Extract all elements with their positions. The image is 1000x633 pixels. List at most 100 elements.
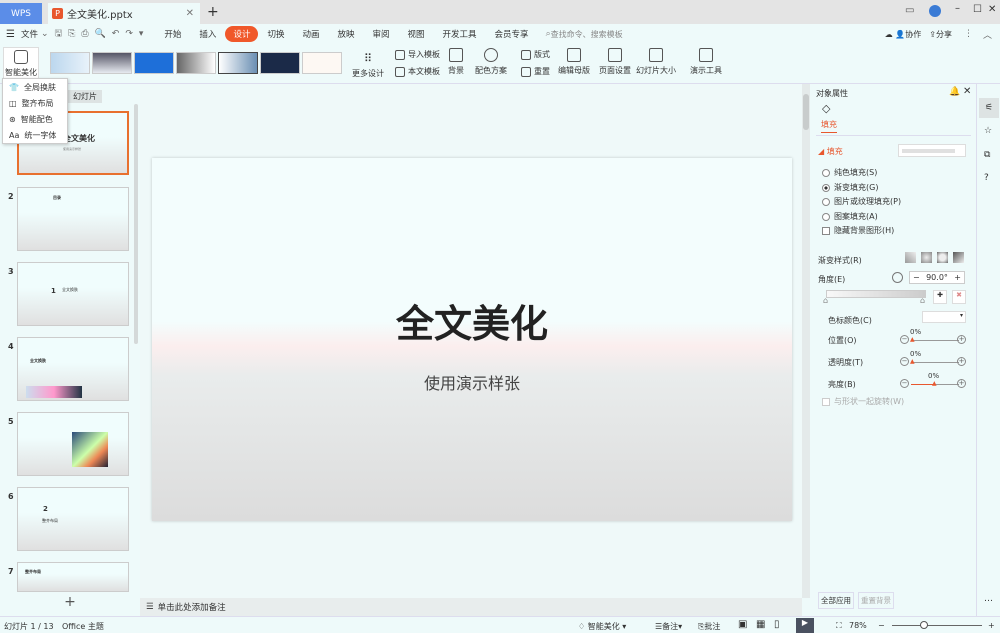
- menu-developer[interactable]: 开发工具: [434, 28, 486, 40]
- background-button[interactable]: 背景: [448, 48, 464, 76]
- window-layout-icon[interactable]: ▭: [905, 5, 914, 16]
- decrement-button[interactable]: −: [913, 273, 920, 282]
- add-stop-button[interactable]: ✚: [933, 290, 947, 304]
- position-increment[interactable]: +: [957, 335, 966, 344]
- transparency-decrement[interactable]: −: [900, 357, 909, 366]
- share-button[interactable]: ⇪分享: [929, 29, 952, 40]
- pin-icon[interactable]: 🔔: [949, 87, 960, 97]
- template-thumb-1[interactable]: [50, 52, 90, 74]
- zoom-slider[interactable]: [892, 625, 982, 626]
- hide-background-checkbox[interactable]: 隐藏背景图形(H): [822, 225, 894, 236]
- radio-gradient[interactable]: 渐变填充(G): [822, 182, 878, 193]
- reset-button[interactable]: 重置: [521, 66, 550, 77]
- avatar[interactable]: [929, 5, 941, 17]
- fill-color-dropdown[interactable]: [898, 144, 966, 157]
- normal-view-button[interactable]: ▣: [738, 619, 747, 630]
- edit-master-button[interactable]: 编辑母版: [558, 48, 590, 76]
- brightness-increment[interactable]: +: [957, 379, 966, 388]
- gradient-stop-end[interactable]: ⌂: [920, 296, 925, 305]
- template-thumb-5[interactable]: [218, 52, 258, 74]
- close-panel-icon[interactable]: ✕: [963, 86, 971, 97]
- more-icon[interactable]: ⋮: [964, 29, 973, 39]
- layout-button[interactable]: 版式: [521, 49, 550, 60]
- slide-subtitle[interactable]: 使用演示样张: [152, 370, 792, 394]
- copy-icon[interactable]: ⧉: [984, 150, 990, 160]
- dropdown-item-reskin[interactable]: 👕全局换肤: [3, 79, 67, 95]
- template-thumb-7[interactable]: [302, 52, 342, 74]
- menu-review[interactable]: 审阅: [364, 28, 399, 40]
- smart-beautify-status-button[interactable]: ♢ 智能美化 ▾: [578, 621, 626, 632]
- slides-tab[interactable]: 幻灯片: [68, 90, 102, 103]
- color-scheme-button[interactable]: 配色方案: [475, 48, 507, 76]
- reading-view-button[interactable]: ▯: [774, 619, 780, 630]
- menu-start[interactable]: 开始: [155, 28, 190, 40]
- properties-icon[interactable]: ⚟: [979, 98, 999, 118]
- comments-button[interactable]: ⎘批注: [698, 621, 720, 632]
- template-thumb-2[interactable]: [92, 52, 132, 74]
- fill-section-header[interactable]: ◢ 填充: [818, 146, 843, 157]
- slide-title[interactable]: 全文美化: [152, 293, 792, 348]
- slide-thumb-4[interactable]: 全文换肤: [17, 337, 129, 401]
- chevron-down-icon[interactable]: ⌄: [41, 29, 49, 39]
- document-tab[interactable]: P 全文美化.pptx ✕: [48, 3, 200, 24]
- position-decrement[interactable]: −: [900, 335, 909, 344]
- quick-access-toolbar[interactable]: 🖫⎘⎙🔍↶↷▾: [55, 26, 150, 42]
- menu-member[interactable]: 会员专享: [486, 28, 538, 40]
- menu-slideshow[interactable]: 放映: [328, 28, 363, 40]
- panel-title[interactable]: 对象属性: [816, 88, 848, 99]
- transparency-slider[interactable]: [911, 362, 959, 363]
- current-slide[interactable]: 全文美化 使用演示样张: [152, 158, 792, 521]
- play-button[interactable]: ▶: [796, 618, 814, 633]
- angle-dial[interactable]: [892, 272, 903, 283]
- tab-fill[interactable]: 填充: [821, 119, 837, 133]
- rotate-with-shape-checkbox[interactable]: 与形状一起旋转(W): [822, 396, 904, 407]
- slide-sorter-button[interactable]: ▦: [756, 619, 765, 630]
- menu-design[interactable]: 设计: [225, 26, 258, 42]
- gradient-stop-start[interactable]: ⌂: [823, 296, 828, 305]
- collapse-ribbon-icon[interactable]: ︿: [983, 28, 992, 41]
- star-icon[interactable]: ☆: [984, 126, 992, 136]
- stop-color-dropdown[interactable]: ▾: [922, 311, 966, 323]
- menu-transition[interactable]: 切换: [258, 28, 293, 40]
- collab-button[interactable]: ☁ 👤协作: [885, 29, 922, 40]
- gradient-radial-button[interactable]: [921, 252, 932, 263]
- transparency-increment[interactable]: +: [957, 357, 966, 366]
- slide-thumb-6[interactable]: 2整齐布局: [17, 487, 129, 551]
- gradient-rect-button[interactable]: [937, 252, 948, 263]
- radio-solid[interactable]: 纯色填充(S): [822, 167, 877, 178]
- apply-all-button[interactable]: 全部应用: [818, 592, 854, 609]
- slide-thumb-7[interactable]: 整齐布局: [17, 562, 129, 592]
- angle-stepper[interactable]: −90.0° +: [909, 271, 965, 284]
- canvas-scrollbar[interactable]: [802, 84, 810, 598]
- menu-animation[interactable]: 动画: [293, 28, 328, 40]
- notes-button[interactable]: ☰备注▾: [655, 621, 682, 632]
- hamburger-icon[interactable]: ☰: [6, 29, 15, 40]
- slide-thumb-3[interactable]: 1全文换肤: [17, 262, 129, 326]
- angle-value[interactable]: 90.0°: [926, 273, 948, 282]
- body-template-button[interactable]: 本文模板: [395, 66, 440, 77]
- reset-background-button[interactable]: 重置背景: [858, 592, 894, 609]
- close-window-button[interactable]: ✕: [988, 4, 996, 15]
- page-setup-button[interactable]: 页面设置: [599, 48, 631, 76]
- slide-thumb-5[interactable]: [17, 412, 129, 476]
- gradient-linear-button[interactable]: [905, 252, 916, 263]
- fit-icon[interactable]: ⛶: [836, 621, 842, 631]
- dropdown-item-layout[interactable]: ◫整齐布局: [3, 95, 67, 111]
- more-design-button[interactable]: ⠿更多设计: [352, 52, 384, 79]
- template-thumb-4[interactable]: [176, 52, 216, 74]
- notes-area[interactable]: ☰单击此处添加备注: [140, 598, 802, 616]
- close-tab-icon[interactable]: ✕: [186, 8, 194, 19]
- dropdown-item-font[interactable]: Aa统一字体: [3, 127, 67, 143]
- search-input[interactable]: 查找命令、搜索模板: [551, 29, 623, 40]
- present-tools-button[interactable]: 演示工具: [690, 48, 722, 76]
- radio-pattern[interactable]: 图案填充(A): [822, 211, 878, 222]
- template-thumb-3[interactable]: [134, 52, 174, 74]
- menu-view[interactable]: 视图: [399, 28, 434, 40]
- slide-size-button[interactable]: 幻灯片大小: [636, 48, 676, 76]
- file-menu[interactable]: 文件: [18, 28, 41, 40]
- increment-button[interactable]: +: [954, 273, 961, 282]
- zoom-slider-thumb[interactable]: [920, 621, 928, 629]
- zoom-in-button[interactable]: +: [988, 621, 995, 630]
- position-slider[interactable]: [911, 340, 959, 341]
- brightness-decrement[interactable]: −: [900, 379, 909, 388]
